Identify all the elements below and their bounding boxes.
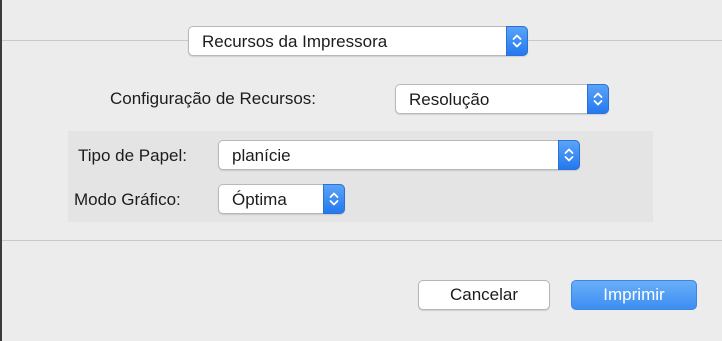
feature-sets-label: Configuração de Recursos:: [110, 89, 317, 108]
bottom-divider: [2, 240, 722, 241]
panel-selector-value: Recursos da Impressora: [202, 32, 388, 51]
updown-chevron-icon: [506, 26, 528, 56]
updown-chevron-icon: [587, 84, 609, 114]
graphics-mode-popup[interactable]: Óptima: [218, 184, 345, 214]
graphics-mode-value: Óptima: [232, 190, 287, 209]
paper-type-label: Tipo de Papel:: [78, 146, 187, 165]
paper-type-value: planície: [232, 146, 291, 165]
panel-selector-popup[interactable]: Recursos da Impressora: [188, 26, 528, 56]
feature-sets-popup[interactable]: Resolução: [395, 84, 609, 114]
graphics-mode-label: Modo Gráfico:: [74, 190, 181, 209]
cancel-button[interactable]: Cancelar: [418, 280, 550, 310]
updown-chevron-icon: [323, 184, 345, 214]
feature-sets-value: Resolução: [409, 90, 490, 109]
paper-type-popup[interactable]: planície: [218, 140, 580, 170]
print-dialog: Recursos da Impressora Configuração de R…: [0, 0, 722, 341]
updown-chevron-icon: [558, 140, 580, 170]
print-button[interactable]: Imprimir: [571, 280, 697, 310]
